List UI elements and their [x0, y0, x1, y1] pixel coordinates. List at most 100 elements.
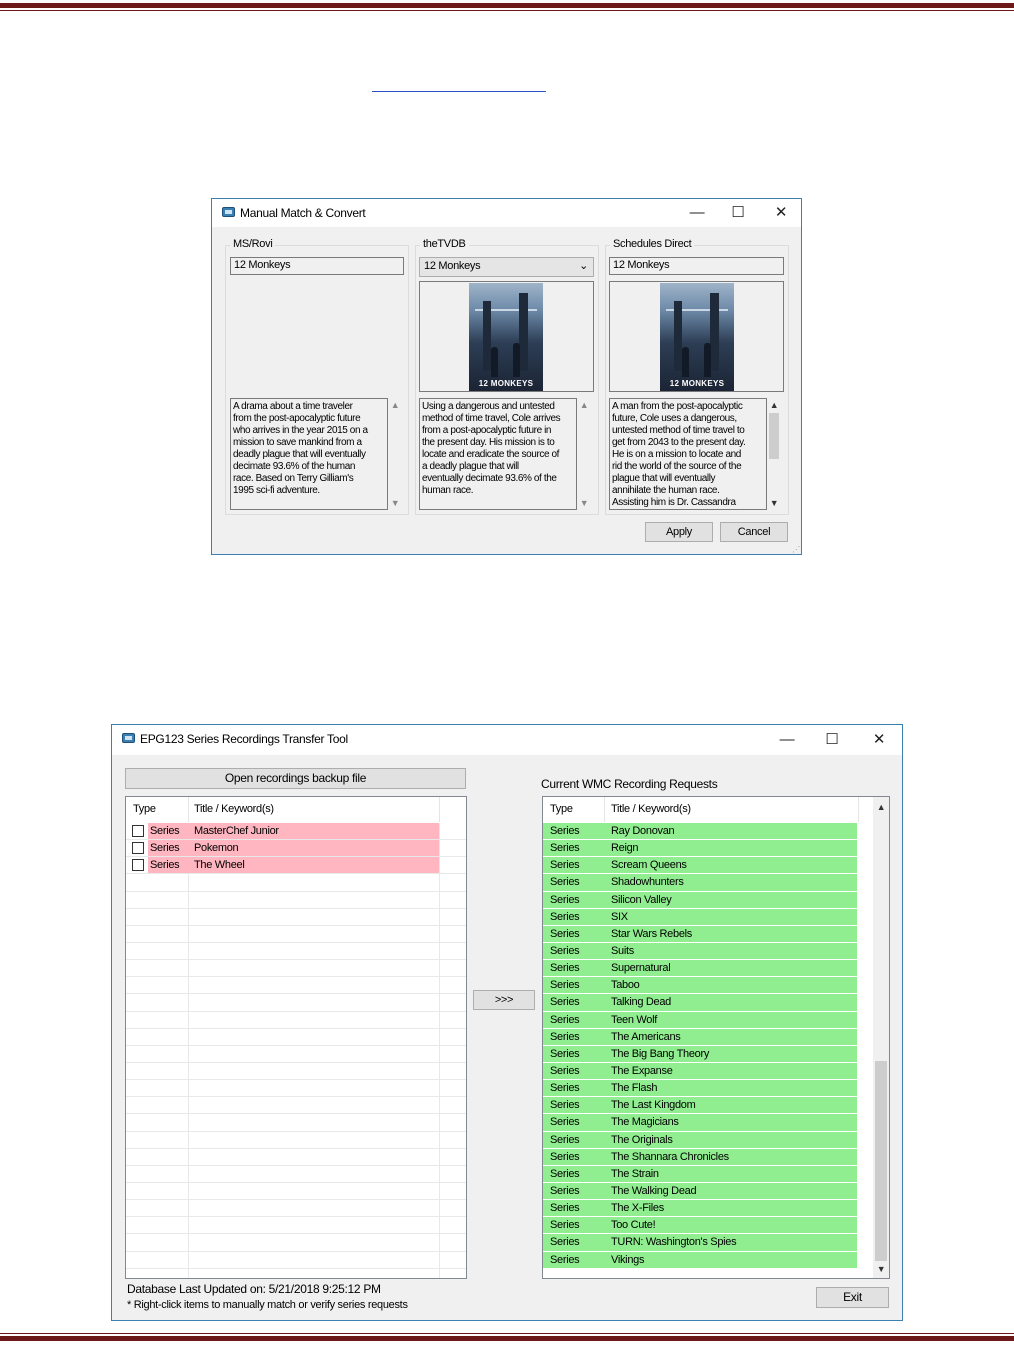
cancel-button[interactable]: Cancel [720, 522, 788, 542]
schedules-direct-title-field[interactable]: 12 Monkeys [609, 257, 784, 275]
column-header-type[interactable]: Type [133, 803, 156, 815]
thetvdb-description-scrollbar[interactable]: ▲ ▼ [577, 398, 591, 510]
list-item[interactable]: Series SIX [543, 908, 857, 926]
column-header-title[interactable]: Title / Keyword(s) [194, 803, 274, 815]
row-type: Series [550, 825, 580, 837]
row-type: Series [550, 859, 580, 872]
list-item[interactable]: Series The Americans [543, 1028, 857, 1046]
scrollbar-thumb[interactable] [769, 413, 779, 459]
list-item[interactable]: Series The Wheel [126, 857, 466, 875]
list-item[interactable]: Series The Shannara Chronicles [543, 1148, 857, 1166]
list-item[interactable]: Series Star Wars Rebels [543, 925, 857, 943]
thetvdb-poster-frame: 12 MONKEYS [419, 281, 594, 392]
maximize-icon[interactable]: ☐ [812, 728, 852, 752]
list-item[interactable]: Series Scream Queens [543, 857, 857, 875]
row-title: Taboo [611, 979, 640, 992]
list-item[interactable]: Series The Expanse [543, 1062, 857, 1081]
minimize-icon[interactable]: — [767, 728, 807, 752]
row-title: SIX [611, 910, 628, 923]
resize-grip-icon[interactable]: ⋰ [792, 545, 800, 554]
scroll-down-icon[interactable]: ▼ [873, 1262, 889, 1276]
list-item[interactable]: Series Too Cute! [543, 1217, 857, 1235]
current-requests-list[interactable]: Type Title / Keyword(s) Series Ray Donova… [542, 796, 890, 1279]
row-type: Series [550, 893, 580, 906]
close-icon[interactable]: ✕ [761, 201, 801, 225]
scroll-up-icon[interactable]: ▲ [577, 398, 591, 412]
list-item[interactable]: Series Reign [543, 840, 857, 858]
window-title: EPG123 Series Recordings Transfer Tool [140, 732, 348, 746]
schedules-direct-description[interactable]: A man from the post-apocalyptic future, … [609, 398, 767, 510]
column-header-type[interactable]: Type [550, 803, 573, 815]
current-list-scrollbar[interactable]: ▲ ▼ [873, 797, 889, 1278]
group-label-schedules-direct: Schedules Direct [610, 238, 695, 250]
maximize-icon[interactable]: ☐ [718, 201, 758, 225]
empty-row [126, 1012, 466, 1029]
chevron-down-icon[interactable]: ⌄ [579, 259, 588, 272]
scrollbar-thumb[interactable] [875, 1061, 887, 1261]
row-checkbox[interactable] [132, 842, 144, 855]
msrovi-description[interactable]: A drama about a time traveler from the p… [230, 398, 388, 510]
list-item[interactable]: Series The Big Bang Theory [543, 1045, 857, 1063]
exit-button[interactable]: Exit [816, 1287, 889, 1308]
window-title: Manual Match & Convert [240, 206, 366, 220]
list-item[interactable]: Series MasterChef Junior [126, 823, 466, 841]
list-item[interactable]: Series Pokemon [126, 840, 466, 858]
close-icon[interactable]: ✕ [859, 728, 899, 752]
thetvdb-description[interactable]: Using a dangerous and untested method of… [419, 398, 577, 510]
backup-requests-list[interactable]: Type Title / Keyword(s) Series MasterChef… [125, 796, 467, 1279]
transfer-tool-window: EPG123 Series Recordings Transfer Tool —… [111, 724, 903, 1321]
scroll-down-icon[interactable]: ▼ [577, 496, 591, 510]
row-type: Series [550, 1030, 580, 1043]
row-title: The Walking Dead [611, 1184, 697, 1197]
scroll-up-icon[interactable]: ▲ [388, 398, 402, 412]
apply-button[interactable]: Apply [645, 522, 713, 542]
list-item[interactable]: Series The Strain [543, 1165, 857, 1183]
empty-row [126, 1217, 466, 1235]
list-item[interactable]: Series The Walking Dead [543, 1182, 857, 1201]
list-item[interactable]: Series Shadowhunters [543, 874, 857, 892]
page-bottom-rule-thin [0, 1333, 1014, 1334]
list-item[interactable]: Series Talking Dead [543, 994, 857, 1012]
schedules-direct-description-scrollbar[interactable]: ▲ ▼ [767, 398, 781, 510]
list-item[interactable]: Series The X-Files [543, 1200, 857, 1218]
empty-row [126, 1183, 466, 1201]
row-title: Pokemon [194, 842, 239, 855]
open-backup-button[interactable]: Open recordings backup file [125, 768, 466, 789]
row-title: Star Wars Rebels [611, 927, 692, 940]
msrovi-description-scrollbar[interactable]: ▲ ▼ [388, 398, 402, 510]
thetvdb-title-select[interactable]: 12 Monkeys ⌄ [419, 257, 594, 277]
schedules-direct-poster-image: 12 MONKEYS [660, 283, 734, 391]
list-item[interactable]: Series Ray Donovan [543, 823, 857, 841]
schedules-direct-description-text: A man from the post-apocalyptic future, … [612, 401, 746, 508]
msrovi-title-field[interactable]: 12 Monkeys [230, 257, 404, 275]
page-bottom-rule [0, 1336, 1014, 1341]
row-checkbox[interactable] [132, 825, 144, 837]
transfer-button[interactable]: >>> [473, 990, 535, 1010]
list-item[interactable]: Series Silicon Valley [543, 891, 857, 909]
column-header-title[interactable]: Title / Keyword(s) [611, 803, 691, 815]
list-item[interactable]: Series Suits [543, 942, 857, 961]
scroll-down-icon[interactable]: ▼ [388, 496, 402, 510]
list-item[interactable]: Series The Last Kingdom [543, 1097, 857, 1115]
row-type: Series [550, 1253, 580, 1266]
right-click-hint: * Right-click items to manually match or… [127, 1299, 408, 1311]
scroll-up-icon[interactable]: ▲ [767, 398, 781, 412]
list-item[interactable]: Series Teen Wolf [543, 1011, 857, 1029]
thetvdb-title-value: 12 Monkeys [424, 260, 481, 272]
list-item[interactable]: Series Supernatural [543, 960, 857, 978]
msrovi-description-text: A drama about a time traveler from the p… [233, 401, 368, 496]
row-checkbox[interactable] [132, 859, 144, 872]
row-type: Series [150, 842, 180, 855]
list-item[interactable]: Series The Originals [543, 1131, 857, 1149]
row-title: Reign [611, 842, 639, 855]
list-item[interactable]: Series TURN: Washington's Spies [543, 1234, 857, 1252]
list-item[interactable]: Series The Flash [543, 1080, 857, 1098]
list-item[interactable]: Series Vikings [543, 1251, 857, 1269]
scroll-down-icon[interactable]: ▼ [767, 496, 781, 510]
document-hyperlink[interactable] [372, 82, 546, 92]
minimize-icon[interactable]: — [677, 201, 717, 225]
row-title: The Magicians [611, 1116, 679, 1129]
list-item[interactable]: Series The Magicians [543, 1114, 857, 1132]
scroll-up-icon[interactable]: ▲ [873, 800, 889, 814]
list-item[interactable]: Series Taboo [543, 977, 857, 995]
